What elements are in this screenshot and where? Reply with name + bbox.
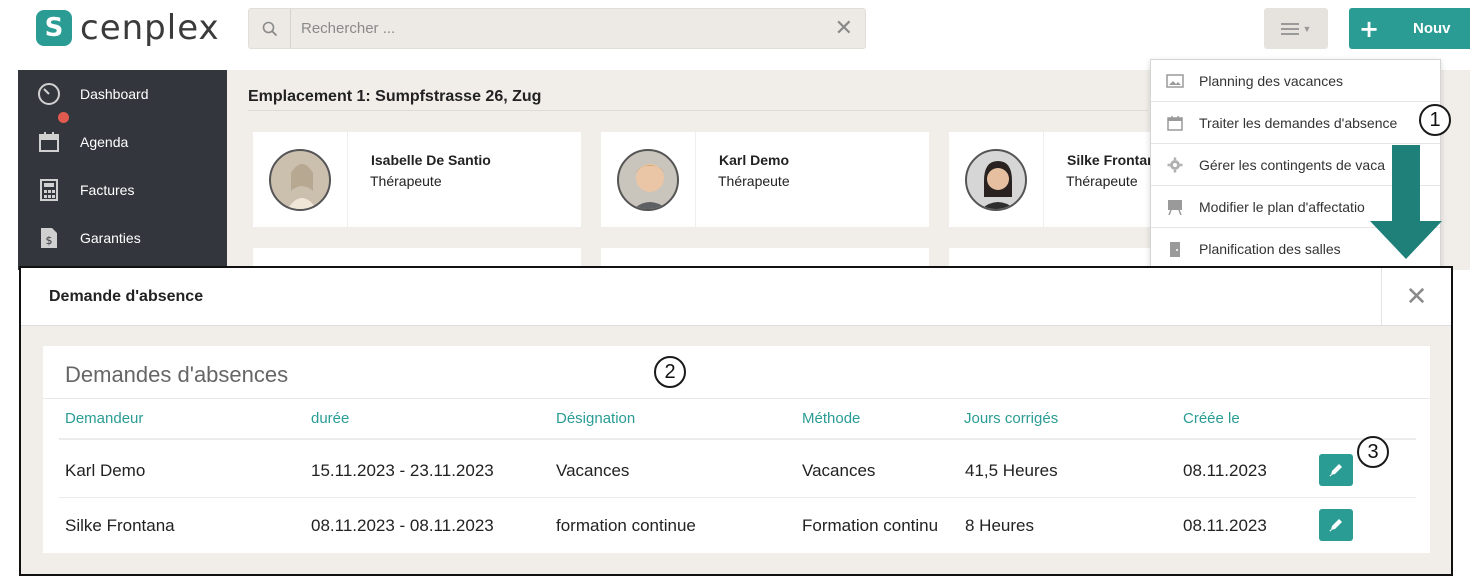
- location-title: Emplacement 1: Sumpfstrasse 26, Zug: [248, 88, 542, 105]
- divider: [59, 438, 1416, 440]
- avatar: [617, 148, 679, 211]
- cell-jours: 41,5 Heures: [965, 461, 1058, 480]
- plus-icon: +: [1358, 14, 1380, 43]
- sidebar-item-label: Garanties: [80, 230, 141, 246]
- avatar-container: [601, 132, 696, 227]
- menu-item-label: Planning des vacances: [1199, 72, 1343, 89]
- menu-item-label: Gérer les contingents de vaca: [1199, 156, 1385, 173]
- modal-title: Demande d'absence: [49, 288, 204, 305]
- therapist-role: Thérapeute: [718, 173, 790, 189]
- menu-item-absence-requests[interactable]: Traiter les demandes d'absence: [1151, 102, 1440, 144]
- column-header-methode[interactable]: Méthode: [802, 410, 860, 427]
- new-button[interactable]: + Nouv: [1349, 8, 1470, 49]
- therapist-card[interactable]: Karl Demo Thérapeute: [601, 132, 929, 227]
- top-bar: S cenplex ✕ ▼ + Nouv: [0, 0, 1470, 68]
- pencil-icon: [1329, 519, 1342, 532]
- calendar-icon: [1151, 115, 1199, 131]
- modal-header: Demande d'absence ✕: [21, 268, 1451, 326]
- document-icon: $: [18, 227, 80, 249]
- cell-methode: Formation continu: [802, 516, 939, 535]
- calculator-icon: [18, 179, 80, 201]
- caret-down-icon: ▼: [1302, 23, 1312, 34]
- svg-text:$: $: [46, 234, 53, 247]
- dashboard-icon: [18, 82, 80, 125]
- gear-icon: [1151, 157, 1199, 173]
- logo[interactable]: S cenplex: [36, 10, 220, 46]
- cell-demandeur: Karl Demo: [65, 461, 146, 480]
- therapist-card[interactable]: Isabelle De Santio Thérapeute: [253, 132, 581, 227]
- sidebar: Dashboard Agenda Factures $ Garanties: [18, 70, 227, 270]
- cell-duree: 08.11.2023 - 08.11.2023: [311, 516, 494, 535]
- column-header-demandeur[interactable]: Demandeur: [65, 410, 143, 427]
- down-arrow-icon: [1370, 145, 1442, 259]
- absence-request-modal: Demande d'absence ✕ Demandes d'absences …: [19, 266, 1453, 576]
- avatar: [965, 148, 1027, 211]
- cell-jours: 8 Heures: [965, 516, 1034, 535]
- calendar-icon: [18, 131, 80, 153]
- sidebar-item-label: Dashboard: [80, 86, 149, 102]
- step-marker-1: 1: [1419, 104, 1451, 136]
- absence-requests-panel: Demandes d'absences Demandeur durée Dési…: [43, 346, 1430, 553]
- logo-mark-icon: S: [36, 10, 72, 46]
- app-root: S cenplex ✕ ▼ + Nouv Dashboard: [0, 0, 1470, 584]
- menu-item-vacation-planning[interactable]: Planning des vacances: [1151, 60, 1440, 102]
- menu-item-label: Modifier le plan d'affectatio: [1199, 198, 1365, 215]
- avatar-container: [949, 132, 1044, 227]
- cell-designation: formation continue: [556, 516, 696, 535]
- cell-designation: Vacances: [556, 461, 630, 480]
- step-marker-2: 2: [654, 356, 686, 388]
- search-input[interactable]: [301, 9, 801, 48]
- therapist-name: Isabelle De Santio: [371, 152, 491, 168]
- cell-creee: 08.11.2023: [1183, 516, 1267, 535]
- logo-text: cenplex: [80, 8, 220, 48]
- column-header-duree[interactable]: durée: [311, 410, 349, 427]
- divider: [248, 110, 1148, 111]
- column-header-designation[interactable]: Désignation: [556, 410, 635, 427]
- cell-demandeur: Silke Frontana: [65, 516, 175, 535]
- image-icon: [1151, 73, 1199, 88]
- menu-item-label: Traiter les demandes d'absence: [1199, 114, 1398, 131]
- divider: [43, 398, 1430, 399]
- sidebar-item-label: Factures: [80, 182, 135, 198]
- therapist-name: Silke Frontar: [1067, 152, 1153, 168]
- sidebar-item-agenda[interactable]: Agenda: [18, 118, 227, 166]
- cell-duree: 15.11.2023 - 23.11.2023: [311, 461, 494, 480]
- sidebar-item-label: Agenda: [80, 134, 129, 150]
- search-icon: [262, 21, 277, 36]
- edit-button[interactable]: [1319, 509, 1353, 541]
- clear-search-icon[interactable]: ✕: [835, 15, 853, 41]
- avatar: [269, 148, 331, 211]
- search-bar: ✕: [248, 8, 866, 49]
- panel-title: Demandes d'absences: [65, 362, 289, 387]
- edit-button[interactable]: [1319, 454, 1353, 486]
- column-header-creee-le[interactable]: Créée le: [1183, 410, 1240, 427]
- divider: [59, 497, 1416, 498]
- menu-item-label: Planification des salles: [1199, 241, 1341, 257]
- new-button-label: Nouv: [1413, 20, 1451, 37]
- close-icon[interactable]: ✕: [1381, 268, 1451, 326]
- cell-creee: 08.11.2023: [1183, 461, 1267, 480]
- therapist-role: Thérapeute: [1066, 173, 1138, 189]
- hamburger-icon: [1280, 22, 1299, 35]
- cell-methode: Vacances: [802, 461, 876, 480]
- sidebar-item-garanties[interactable]: $ Garanties: [18, 214, 227, 262]
- search-button[interactable]: [249, 9, 291, 48]
- easel-icon: [1151, 199, 1199, 215]
- sidebar-item-dashboard[interactable]: Dashboard: [18, 70, 227, 125]
- therapist-name: Karl Demo: [719, 152, 790, 168]
- sidebar-item-factures[interactable]: Factures: [18, 166, 227, 214]
- column-header-jours-corriges[interactable]: Jours corrigés: [964, 410, 1058, 427]
- more-menu-button[interactable]: ▼: [1264, 8, 1328, 49]
- therapist-role: Thérapeute: [370, 173, 442, 189]
- avatar-container: [253, 132, 348, 227]
- step-marker-3: 3: [1357, 436, 1389, 468]
- pencil-icon: [1329, 464, 1342, 477]
- door-icon: [1151, 241, 1199, 257]
